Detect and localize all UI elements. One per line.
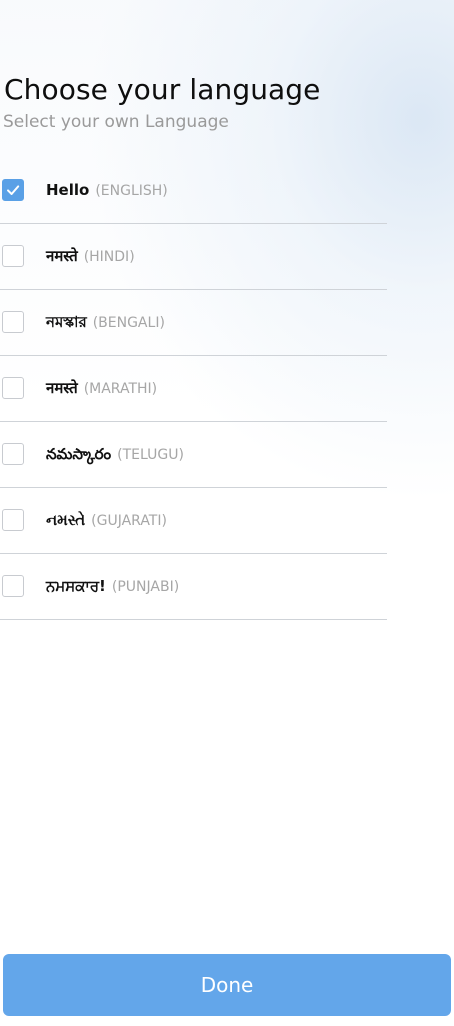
- page-subtitle: Select your own Language: [3, 112, 229, 132]
- language-option-telugu[interactable]: నమస్కారం (TELUGU): [0, 422, 387, 488]
- language-name: (MARATHI): [83, 381, 158, 397]
- language-label: నమస్కారం (TELUGU): [46, 444, 184, 465]
- checkbox-english[interactable]: [2, 179, 24, 201]
- check-icon: [7, 185, 20, 195]
- language-name: (ENGLISH): [95, 183, 168, 199]
- greeting-text: नमस्ते: [46, 379, 78, 397]
- greeting-text: నమస్కారం: [46, 445, 112, 463]
- greeting-text: નમસ્તે: [46, 511, 86, 529]
- language-name: (TELUGU): [117, 447, 184, 463]
- greeting-text: নমস্কার: [46, 313, 87, 331]
- checkbox-bengali[interactable]: [2, 311, 24, 333]
- page-title: Choose your language: [4, 72, 321, 106]
- language-label: નમસ્તે (GUJARATI): [46, 510, 167, 531]
- language-label: নমস্কার (BENGALI): [46, 312, 165, 333]
- language-option-hindi[interactable]: नमस्ते (HINDI): [0, 224, 387, 290]
- greeting-text: ਨਮਸਕਾਰ!: [46, 577, 106, 595]
- language-option-marathi[interactable]: नमस्ते (MARATHI): [0, 356, 387, 422]
- checkbox-marathi[interactable]: [2, 377, 24, 399]
- language-list: Hello (ENGLISH) नमस्ते (HINDI) নমস্কার (BEN…: [0, 158, 387, 620]
- language-name: (PUNJABI): [111, 579, 180, 595]
- language-label: ਨਮਸਕਾਰ! (PUNJABI): [46, 576, 179, 597]
- language-name: (BENGALI): [92, 315, 165, 331]
- language-label: नमस्ते (MARATHI): [46, 378, 157, 399]
- checkbox-hindi[interactable]: [2, 245, 24, 267]
- language-option-gujarati[interactable]: નમસ્તે (GUJARATI): [0, 488, 387, 554]
- greeting-text: नमस्ते: [46, 247, 78, 265]
- language-label: Hello (ENGLISH): [46, 180, 168, 201]
- language-name: (GUJARATI): [91, 513, 167, 529]
- language-label: नमस्ते (HINDI): [46, 246, 135, 267]
- checkbox-punjabi[interactable]: [2, 575, 24, 597]
- language-option-punjabi[interactable]: ਨਮਸਕਾਰ! (PUNJABI): [0, 554, 387, 620]
- greeting-text: Hello: [46, 181, 90, 199]
- language-option-bengali[interactable]: নমস্কার (BENGALI): [0, 290, 387, 356]
- checkbox-telugu[interactable]: [2, 443, 24, 465]
- done-button[interactable]: Done: [3, 954, 451, 1016]
- language-option-english[interactable]: Hello (ENGLISH): [0, 158, 387, 224]
- language-name: (HINDI): [83, 249, 135, 265]
- checkbox-gujarati[interactable]: [2, 509, 24, 531]
